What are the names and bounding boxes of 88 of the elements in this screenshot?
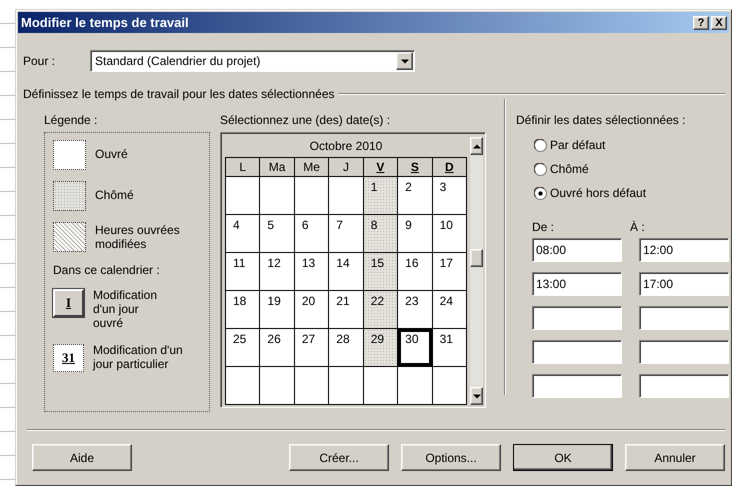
window-title: Modifier le temps de travail: [21, 15, 190, 30]
group-title: Définissez le temps de travail pour les dates sélectionnées: [23, 87, 334, 101]
edited-hours-swatch: [53, 222, 86, 252]
radio-button[interactable]: Ouvré hors défaut: [534, 182, 646, 204]
calendar-dropdown[interactable]: Standard (Calendrier du projet): [90, 50, 415, 72]
column-label: À :: [630, 220, 646, 234]
up-arrow-icon: [472, 144, 480, 148]
date-cell[interactable]: 19: [260, 291, 294, 328]
date-cell[interactable]: 24: [432, 291, 466, 328]
date-cell[interactable]: 13: [294, 253, 328, 290]
date-cell[interactable]: 26: [260, 329, 294, 366]
time-field[interactable]: [532, 306, 622, 330]
date-cell[interactable]: 20: [294, 291, 328, 328]
weekday-exception-marker: I: [53, 289, 84, 317]
time-field[interactable]: 13:00: [532, 272, 622, 296]
dialog-button[interactable]: Aide: [32, 444, 132, 471]
date-cell[interactable]: 22: [364, 291, 398, 328]
time-field[interactable]: 17:00: [639, 272, 729, 296]
legend-label: Modification d'un jour ouvré: [93, 288, 158, 330]
date-cell[interactable]: 2: [398, 177, 432, 214]
date-cell[interactable]: 16: [398, 253, 432, 290]
date-cell[interactable]: 6: [294, 215, 328, 252]
date-cell[interactable]: 14: [329, 253, 363, 290]
date-cell[interactable]: 4: [226, 215, 260, 252]
time-field[interactable]: [639, 374, 729, 398]
close-button[interactable]: X: [711, 16, 727, 30]
weekday-header: J: [329, 158, 363, 176]
scroll-thumb[interactable]: [470, 249, 483, 267]
date-cell[interactable]: 31: [432, 329, 466, 366]
date-cell[interactable]: 30: [398, 329, 432, 366]
month-title: Octobre 2010: [308, 138, 384, 155]
date-cell[interactable]: 23: [398, 291, 432, 328]
radio-button[interactable]: Par défaut: [534, 134, 606, 156]
time-field[interactable]: 12:00: [639, 238, 729, 262]
column-label: De :: [532, 220, 556, 234]
scroll-down-button[interactable]: [470, 387, 483, 405]
section-title: Légende :: [44, 113, 98, 128]
date-cell[interactable]: 15: [364, 253, 398, 290]
date-cell[interactable]: 25: [226, 329, 260, 366]
dialog-button[interactable]: Options...: [401, 444, 501, 471]
time-field[interactable]: [639, 306, 729, 330]
weekday-header: D: [432, 158, 466, 176]
section-title: Définir les dates sélectionnées :: [516, 113, 686, 128]
time-field[interactable]: [639, 340, 729, 364]
date-exception-marker: 31: [53, 344, 84, 372]
help-button[interactable]: ?: [693, 16, 709, 30]
weekday-header: Me: [294, 158, 328, 176]
time-field[interactable]: 08:00: [532, 238, 622, 262]
radio-unchecked-icon[interactable]: [534, 138, 547, 152]
radio-button[interactable]: Chômé: [534, 158, 589, 180]
time-field[interactable]: [532, 340, 622, 364]
date-cell[interactable]: 9: [398, 215, 432, 252]
date-cell[interactable]: 27: [294, 329, 328, 366]
scrollbar[interactable]: [470, 137, 483, 405]
date-cell[interactable]: 7: [329, 215, 363, 252]
date-cell[interactable]: 10: [432, 215, 466, 252]
legend-label: Heures ouvrées modifiées: [95, 223, 180, 251]
date-cell[interactable]: 5: [260, 215, 294, 252]
section-title: Sélectionnez une (des) date(s) :: [220, 113, 392, 128]
date-cell[interactable]: 8: [364, 215, 398, 252]
date-cell[interactable]: 1: [364, 177, 398, 214]
radio-unchecked-icon[interactable]: [534, 162, 547, 176]
radio-checked-icon[interactable]: [534, 186, 547, 200]
dialog-button[interactable]: Créer...: [289, 444, 389, 471]
dialog-button[interactable]: OK: [513, 444, 613, 471]
nonworking-day-swatch: [53, 181, 86, 211]
weekday-header: L: [226, 158, 260, 176]
legend-label: Ouvré: [95, 147, 128, 161]
date-cell[interactable]: 3: [432, 177, 466, 214]
working-day-swatch: [53, 140, 86, 170]
time-field[interactable]: [532, 374, 622, 398]
legend-label: Chômé: [95, 188, 134, 202]
date-cell[interactable]: 21: [329, 291, 363, 328]
weekday-header: Ma: [260, 158, 294, 176]
legend-subtitle: Dans ce calendrier :: [53, 263, 161, 277]
weekday-header: S: [398, 158, 432, 176]
date-cell[interactable]: 28: [329, 329, 363, 366]
date-cell[interactable]: 17: [432, 253, 466, 290]
weekday-header: V: [364, 158, 398, 176]
date-cell[interactable]: 18: [226, 291, 260, 328]
field-label: Pour :: [23, 54, 56, 68]
date-cell[interactable]: 29: [364, 329, 398, 366]
date-cell[interactable]: 12: [260, 253, 294, 290]
scroll-up-button[interactable]: [470, 137, 483, 155]
date-cell[interactable]: 11: [226, 253, 260, 290]
legend-label: Modification d'un jour particulier: [93, 343, 183, 371]
dialog-button[interactable]: Annuler: [625, 444, 725, 471]
down-arrow-icon: [472, 394, 480, 398]
